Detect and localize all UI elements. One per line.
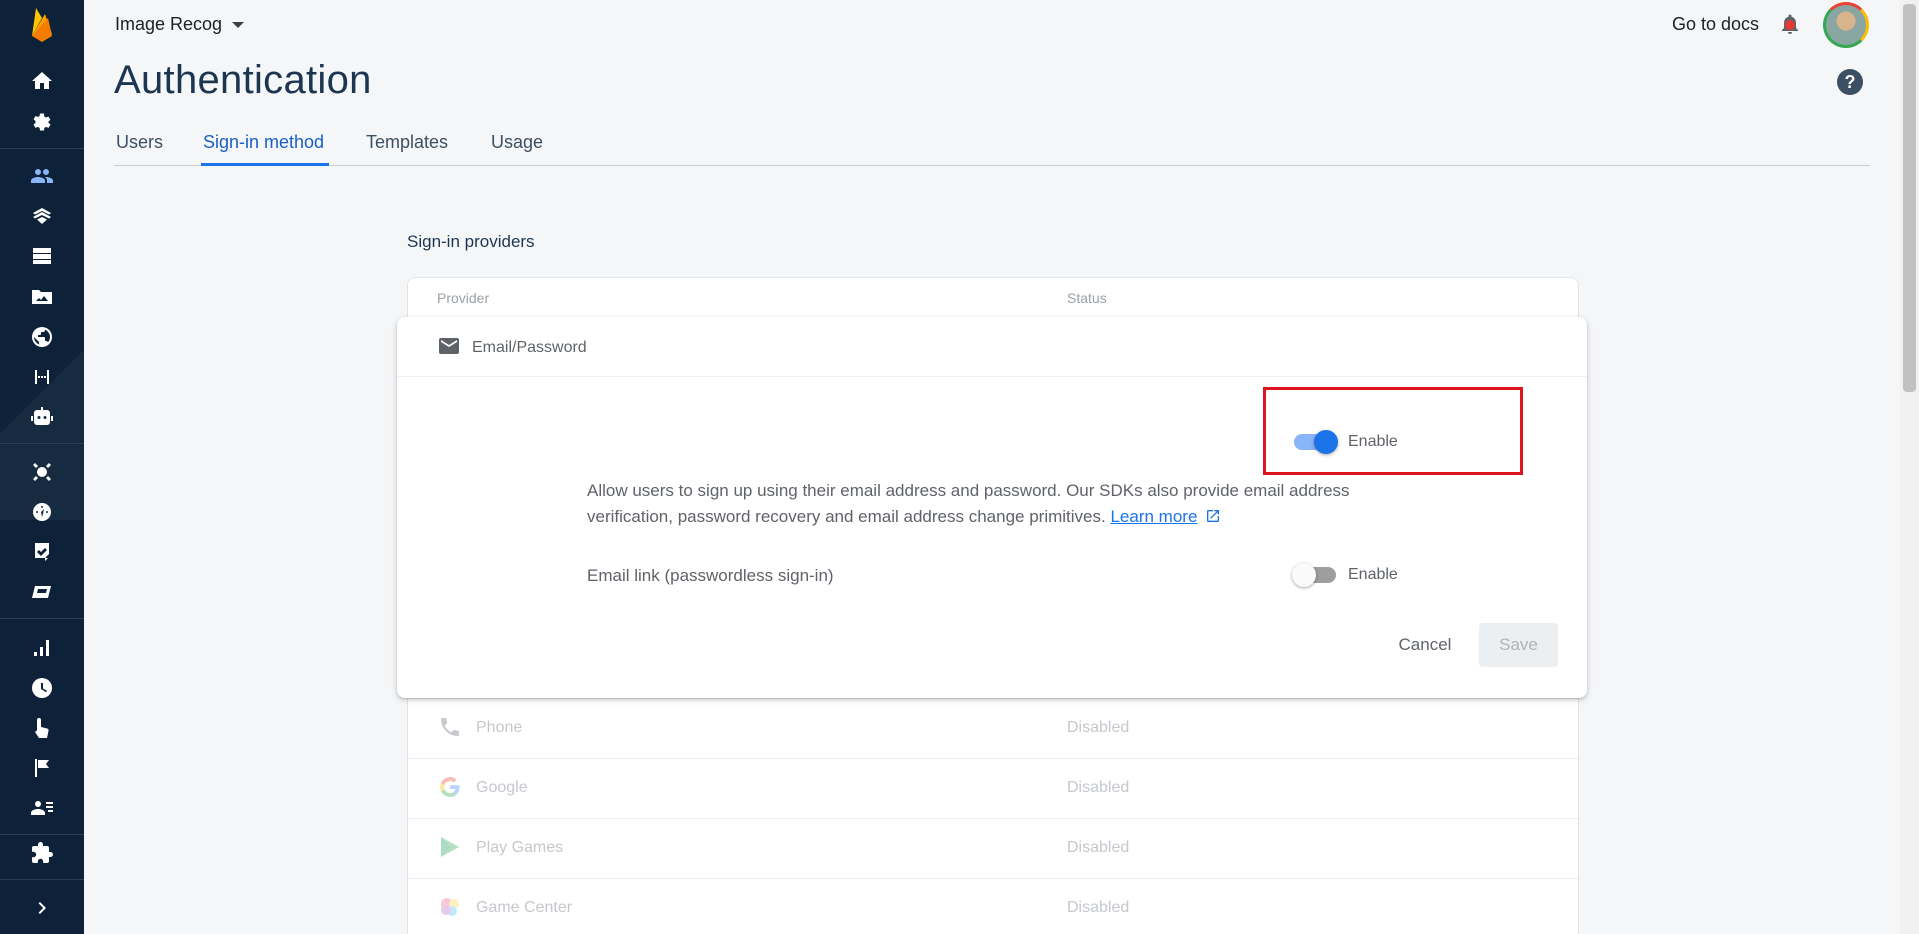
tab-usage[interactable]: Usage xyxy=(491,132,543,163)
tab-sign-in-method[interactable]: Sign-in method xyxy=(203,132,324,163)
home-icon[interactable] xyxy=(28,67,56,95)
column-header-provider: Provider xyxy=(437,290,490,306)
go-to-docs-link[interactable]: Go to docs xyxy=(1672,14,1759,35)
storage-folder-icon[interactable] xyxy=(28,283,56,311)
column-header-status: Status xyxy=(1067,290,1107,306)
toggle-knob xyxy=(1314,430,1338,454)
sidebar-divider xyxy=(0,148,84,149)
remote-config-flag-icon[interactable] xyxy=(28,754,56,782)
app-distribution-icon[interactable] xyxy=(28,578,56,606)
email-password-dialog: Email/Password Enable Allow users to sig… xyxy=(397,317,1587,698)
engage-touch-icon[interactable] xyxy=(28,714,56,742)
chevron-down-icon xyxy=(232,21,245,28)
firestore-icon[interactable] xyxy=(28,202,56,230)
database-icon[interactable] xyxy=(28,242,56,270)
sidebar-divider xyxy=(0,618,84,619)
enable-toggle[interactable] xyxy=(1292,429,1338,454)
learn-more-link[interactable]: Learn more xyxy=(1110,507,1197,526)
project-selector[interactable]: Image Recog xyxy=(115,14,245,35)
events-clock-icon[interactable] xyxy=(28,674,56,702)
dialog-provider-title: Email/Password xyxy=(472,339,587,356)
tab-users[interactable]: Users xyxy=(116,132,163,163)
dialog-header: Email/Password xyxy=(397,317,1587,377)
provider-status: Disabled xyxy=(1067,719,1130,736)
ml-robot-icon[interactable] xyxy=(28,403,56,431)
phone-icon xyxy=(441,718,459,736)
mail-icon xyxy=(439,338,459,354)
expand-chevron-icon[interactable] xyxy=(28,894,56,922)
sidebar xyxy=(0,0,84,934)
provider-status: Disabled xyxy=(1067,899,1130,916)
game-center-icon xyxy=(441,898,459,916)
table-row[interactable]: Game Center Disabled xyxy=(408,878,1578,934)
active-tab-indicator xyxy=(201,163,329,166)
sidebar-divider xyxy=(0,443,84,444)
analytics-icon[interactable] xyxy=(28,634,56,662)
description-text: Allow users to sign up using their email… xyxy=(587,481,1350,526)
toggle-knob xyxy=(1292,563,1316,587)
tab-templates[interactable]: Templates xyxy=(366,132,448,163)
provider-status: Disabled xyxy=(1067,779,1130,796)
provider-name: Phone xyxy=(476,719,523,736)
gear-icon[interactable] xyxy=(28,108,56,136)
google-icon xyxy=(440,777,460,797)
hosting-globe-icon[interactable] xyxy=(28,323,56,351)
functions-icon[interactable] xyxy=(28,363,56,391)
extensions-icon[interactable] xyxy=(28,839,56,867)
external-link-icon[interactable] xyxy=(1205,508,1221,524)
cancel-button[interactable]: Cancel xyxy=(1387,623,1463,667)
email-link-enable-label: Enable xyxy=(1348,566,1398,583)
audiences-icon[interactable] xyxy=(28,794,56,822)
email-link-label: Email link (passwordless sign-in) xyxy=(587,566,834,585)
provider-name: Google xyxy=(476,779,528,796)
tab-bar: Users Sign-in method Templates Usage xyxy=(114,128,1870,166)
performance-icon[interactable] xyxy=(28,498,56,526)
provider-name: Play Games xyxy=(476,839,564,856)
scrollbar-thumb[interactable] xyxy=(1903,4,1916,392)
help-icon[interactable]: ? xyxy=(1837,69,1863,95)
project-name: Image Recog xyxy=(115,14,223,34)
sidebar-divider xyxy=(0,834,84,835)
authentication-users-icon[interactable] xyxy=(28,162,56,190)
section-title: Sign-in providers xyxy=(407,232,535,251)
test-lab-icon[interactable] xyxy=(28,538,56,566)
dialog-description: Allow users to sign up using their email… xyxy=(587,478,1407,530)
table-row[interactable]: Phone Disabled xyxy=(408,698,1578,758)
crashlytics-icon[interactable] xyxy=(28,458,56,486)
notification-bell-icon[interactable] xyxy=(1778,12,1802,36)
page-title: Authentication xyxy=(114,58,372,102)
enable-label: Enable xyxy=(1348,433,1398,450)
firebase-logo-icon[interactable] xyxy=(26,4,58,44)
sidebar-divider xyxy=(0,879,84,880)
email-link-toggle[interactable] xyxy=(1292,562,1338,587)
provider-name: Game Center xyxy=(476,899,573,916)
provider-status: Disabled xyxy=(1067,839,1130,856)
avatar[interactable] xyxy=(1823,2,1869,48)
table-row[interactable]: Play Games Disabled xyxy=(408,818,1578,878)
play-games-icon xyxy=(441,837,459,857)
save-button[interactable]: Save xyxy=(1479,623,1558,667)
table-row[interactable]: Google Disabled xyxy=(408,758,1578,818)
